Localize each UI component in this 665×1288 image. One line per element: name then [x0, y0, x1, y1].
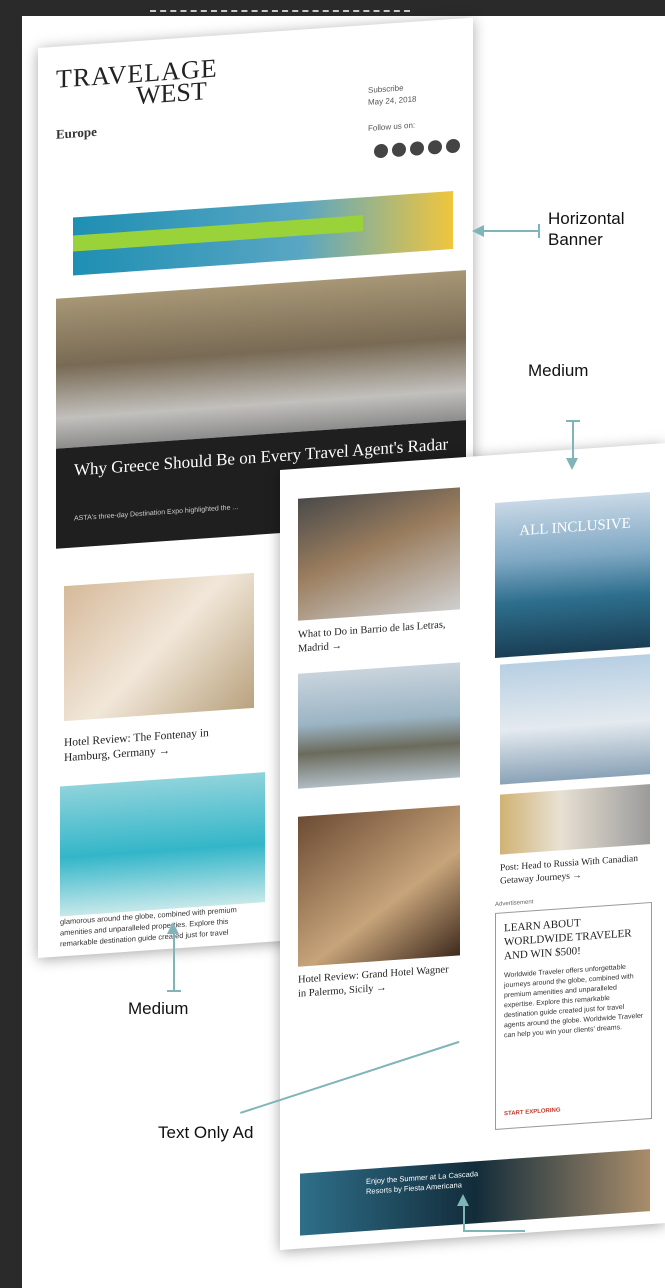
room-caption[interactable]: Hotel Review: Grand Hotel Wagner in Pale…: [298, 963, 458, 1002]
top-bar: [0, 0, 665, 16]
lake-image[interactable]: [298, 662, 460, 789]
meta-block: Subscribe May 24, 2018 Follow us on:: [368, 82, 416, 135]
follow-label: Follow us on:: [368, 120, 416, 133]
text-only-ad[interactable]: LEARN ABOUT WORLDWIDE TRAVELER AND WIN $…: [495, 901, 652, 1130]
banner2-text: Enjoy the Summer at La Cascada Resorts b…: [366, 1169, 479, 1196]
bottom-horizontal-banner[interactable]: Enjoy the Summer at La Cascada Resorts b…: [300, 1149, 650, 1236]
pool-ad-image[interactable]: [60, 772, 265, 917]
textad-label: Advertisement: [495, 899, 534, 908]
church-caption[interactable]: Post: Head to Russia With Canadian Getaw…: [500, 852, 650, 888]
newsletter-page-2: What to Do in Barrio de las Letras, Madr…: [280, 443, 665, 1250]
annotation-text-only-ad: Text Only Ad: [158, 1123, 254, 1142]
arrow-tip-bottom-banner: [457, 1188, 469, 1206]
pinterest-icon[interactable]: [410, 141, 424, 156]
arrow-medium-bottom: [173, 930, 175, 990]
arrow-tip-medium-top: [566, 458, 578, 476]
collage-stage: TRAVELAGE WEST Europe Subscribe May 24, …: [0, 0, 665, 1288]
arrow-tip-medium-bottom: [167, 916, 179, 934]
hotel-image[interactable]: [64, 572, 254, 722]
top-bar-dashes: [150, 0, 410, 12]
arrow-tick-horizontal-banner: [538, 224, 540, 238]
logo: TRAVELAGE WEST: [56, 53, 218, 116]
logo-line-2: WEST: [136, 76, 207, 111]
hero-image[interactable]: [56, 270, 466, 449]
horizontal-banner-ad[interactable]: [73, 190, 453, 276]
banner-strip: [73, 215, 363, 252]
santorini-image[interactable]: [500, 654, 650, 785]
left-margin: [0, 0, 22, 1288]
issue-date: May 24, 2018: [368, 94, 417, 107]
facebook-icon[interactable]: [374, 143, 388, 159]
annotation-horizontal-banner: Horizontal Banner: [548, 209, 625, 249]
textad-title: LEARN ABOUT WORLDWIDE TRAVELER AND WIN $…: [504, 916, 632, 963]
arrow-tip-horizontal-banner: [466, 225, 484, 237]
room-image[interactable]: [298, 805, 460, 967]
arrow-medium-top: [572, 420, 574, 460]
medium-ad-title: ALL INCLUSIVE: [519, 515, 631, 540]
madrid-image[interactable]: [298, 487, 460, 621]
annotation-medium-bottom: Medium: [128, 999, 189, 1018]
madrid-caption[interactable]: What to Do in Barrio de las Letras, Madr…: [298, 618, 458, 657]
linkedin-icon[interactable]: [446, 138, 460, 154]
annotation-medium-top: Medium: [528, 361, 589, 380]
region-label: Europe: [56, 123, 97, 142]
hero-subtitle: ASTA's three-day Destination Expo highli…: [74, 503, 239, 523]
instagram-icon[interactable]: [428, 139, 442, 155]
church-image[interactable]: [500, 784, 650, 855]
arrow-bottom-banner-base: [463, 1230, 525, 1232]
arrow-horizontal-banner: [478, 230, 538, 232]
hotel-caption[interactable]: Hotel Review: The Fontenay in Hamburg, G…: [64, 723, 254, 766]
textad-body: Worldwide Traveler offers unforgettable …: [504, 963, 644, 1040]
social-icons: [374, 138, 460, 159]
arrow-tick-medium-bottom: [167, 990, 181, 992]
twitter-icon[interactable]: [392, 142, 406, 158]
arrow-tick-medium-top: [566, 420, 580, 422]
textad-link[interactable]: START EXPLORING: [504, 1107, 561, 1117]
medium-ad[interactable]: ALL INCLUSIVE: [495, 492, 650, 658]
